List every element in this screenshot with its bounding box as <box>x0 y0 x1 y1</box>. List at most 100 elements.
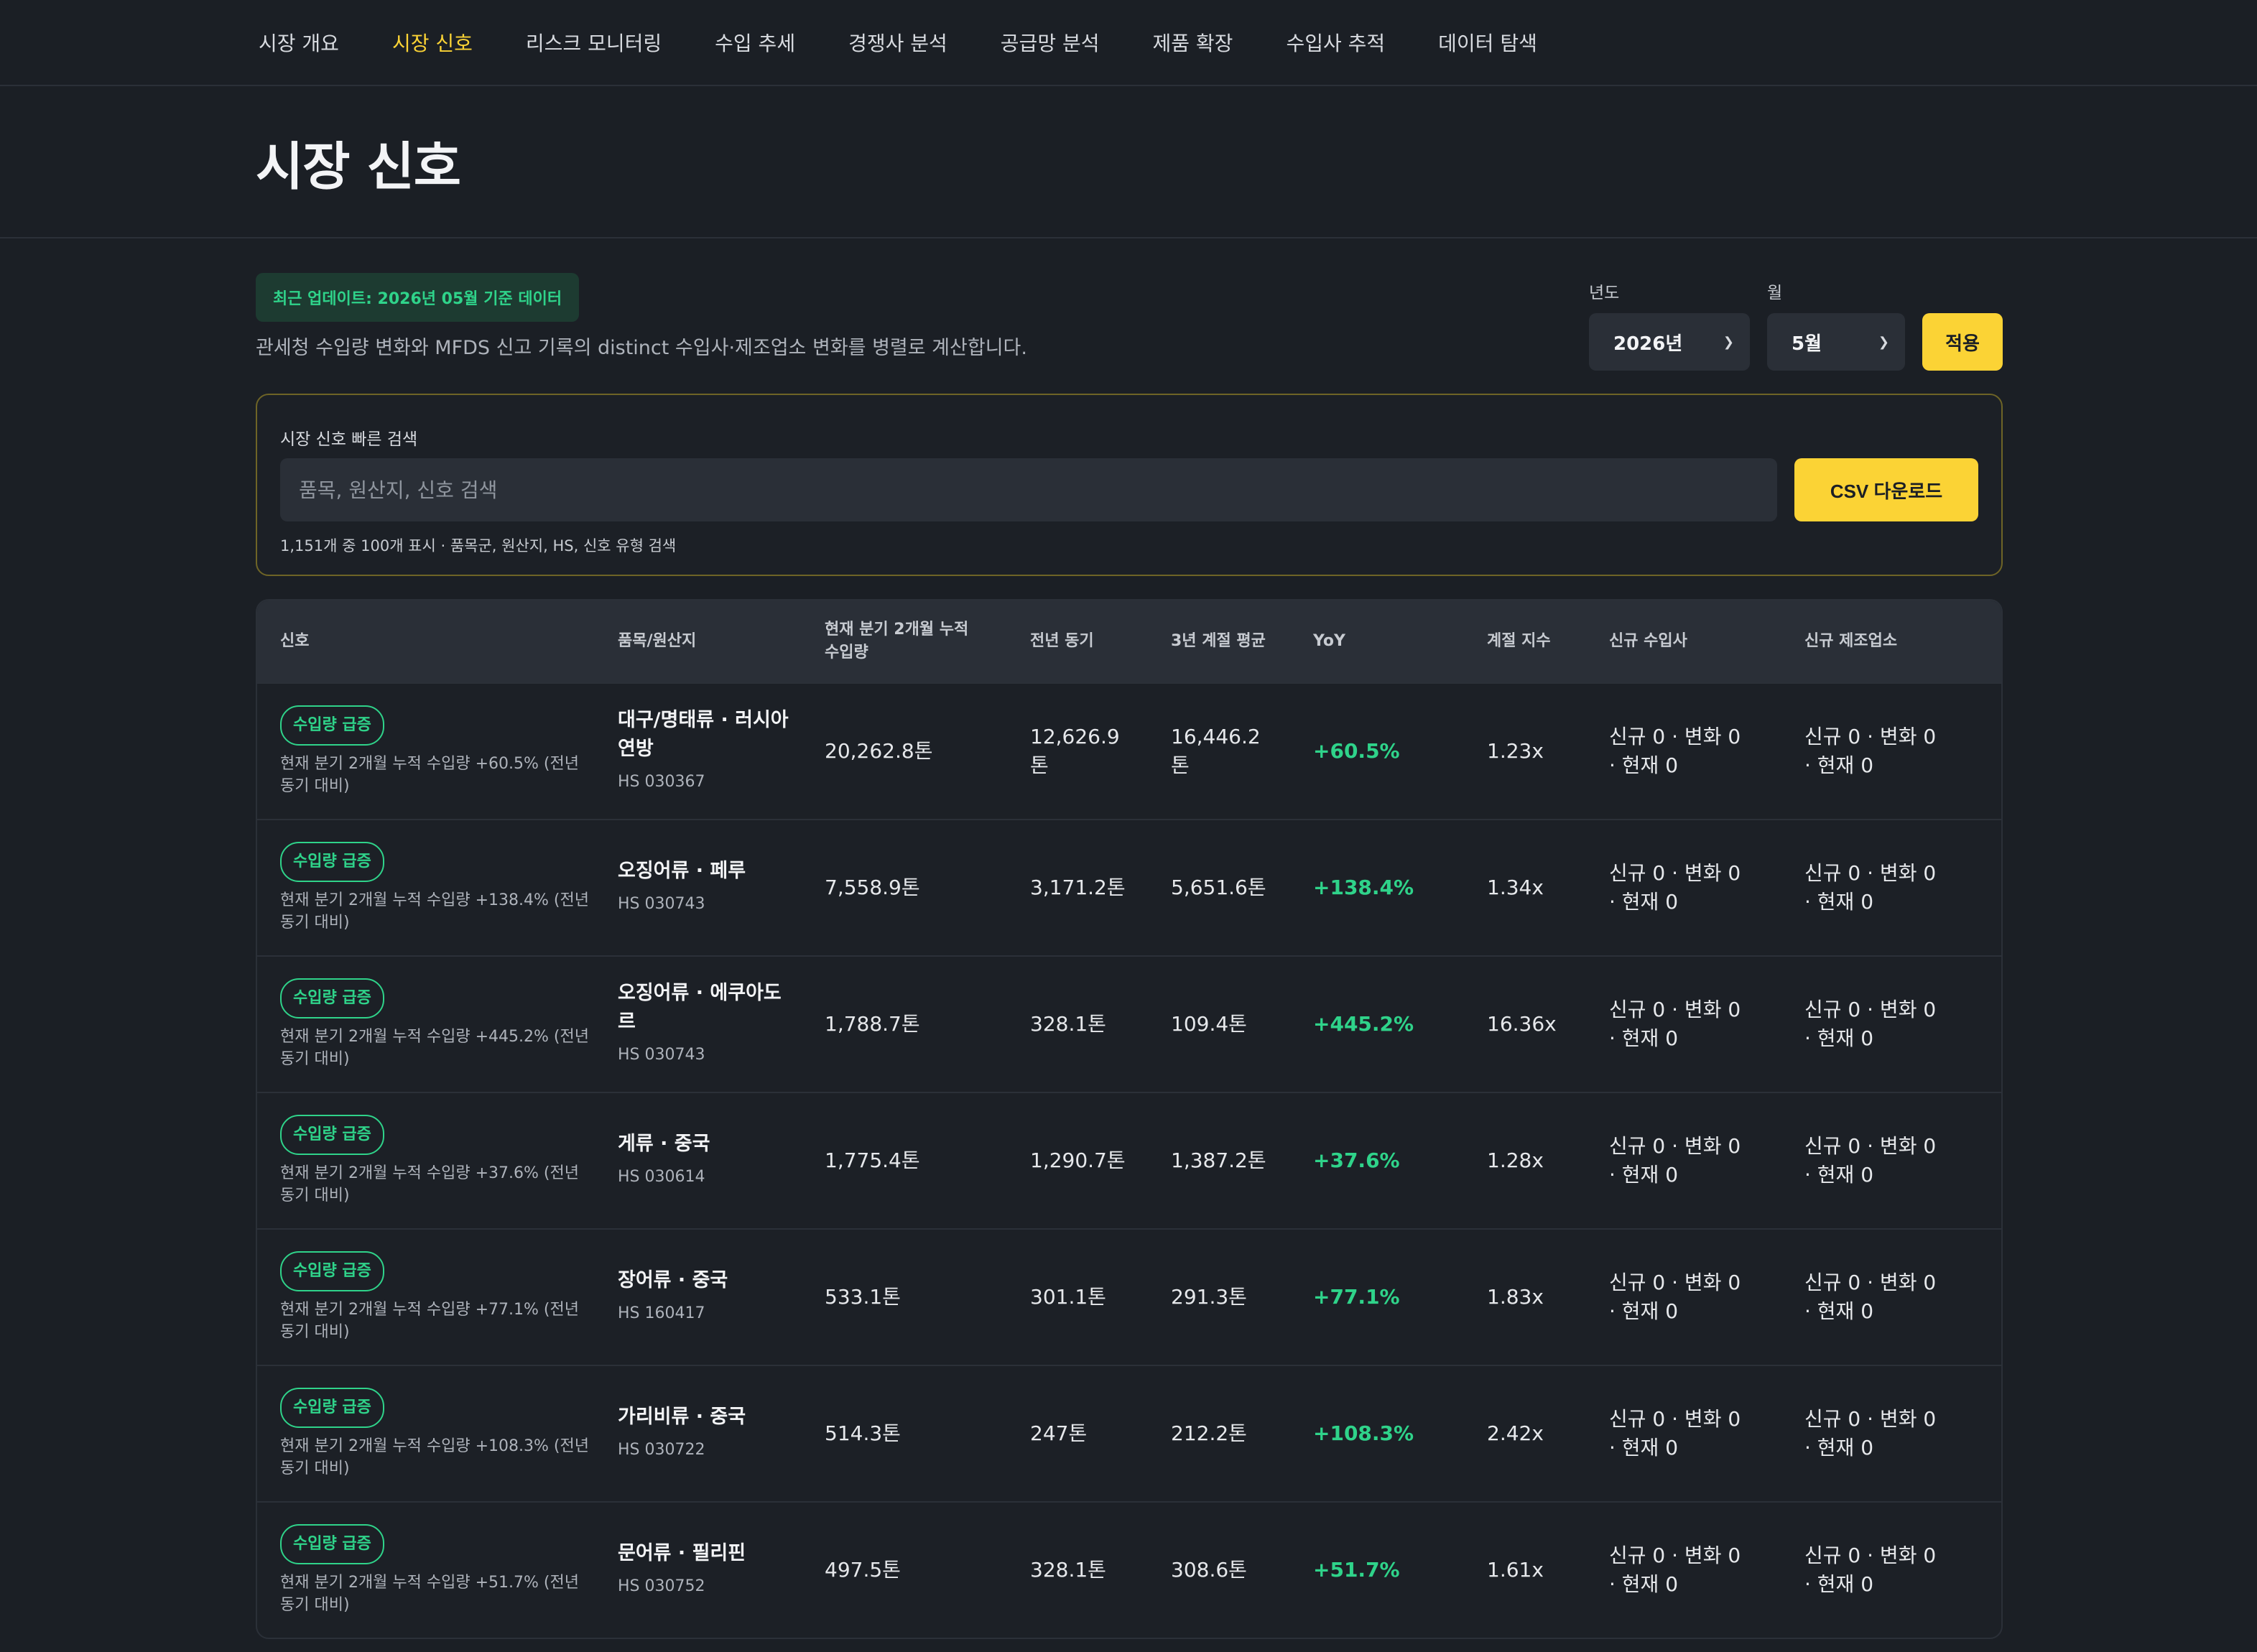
hs-code: HS 160417 <box>618 1304 705 1322</box>
importer-cell: 신규 0 · 변화 0 · 현재 0 <box>1609 1132 1804 1189</box>
nav-item-market-overview[interactable]: 시장 개요 <box>256 22 342 62</box>
hs-code: HS 030722 <box>618 1441 705 1459</box>
maker-cell: 신규 0 · 변화 0 · 현재 0 <box>1804 1268 1998 1326</box>
search-input[interactable] <box>280 458 1777 521</box>
signal-description: 현재 분기 2개월 누적 수입량 +77.1% (전년 동기 대비) <box>280 1301 579 1341</box>
table-row[interactable]: 수입량 급증 현재 분기 2개월 누적 수입량 +60.5% (전년 동기 대비… <box>257 682 2001 819</box>
hs-code: HS 030752 <box>618 1577 705 1595</box>
nav-item-data-explore[interactable]: 데이터 탐색 <box>1435 22 1540 62</box>
avg-volume: 109.4톤 <box>1171 1012 1247 1036</box>
csv-download-button[interactable]: CSV 다운로드 <box>1794 458 1978 521</box>
yoy-value: +51.7% <box>1313 1558 1400 1582</box>
avg-volume-cell: 5,651.6톤 <box>1171 873 1313 902</box>
signal-badge: 수입량 급증 <box>280 1115 384 1155</box>
nav-item-product-expansion[interactable]: 제품 확장 <box>1150 22 1236 62</box>
header-signal[interactable]: 신호 <box>257 630 618 653</box>
hs-code: HS 030743 <box>618 1046 705 1064</box>
avg-volume-cell: 16,446.2톤 <box>1171 723 1313 780</box>
importer-value: 신규 0 · 변화 0 · 현재 0 <box>1609 861 1741 914</box>
search-panel: 시장 신호 빠른 검색 CSV 다운로드 1,151개 중 100개 표시 · … <box>256 394 2003 576</box>
table-row[interactable]: 수입량 급증 현재 분기 2개월 누적 수입량 +37.6% (전년 동기 대비… <box>257 1092 2001 1228</box>
header-yoy[interactable]: YoY <box>1313 630 1487 653</box>
maker-cell: 신규 0 · 변화 0 · 현재 0 <box>1804 723 1998 780</box>
current-volume: 7,558.9톤 <box>825 876 920 899</box>
nav-item-competitor-analysis[interactable]: 경쟁사 분석 <box>845 22 950 62</box>
product-name: 장어류 · 중국 <box>618 1269 728 1291</box>
signal-badge: 수입량 급증 <box>280 1388 384 1428</box>
maker-cell: 신규 0 · 변화 0 · 현재 0 <box>1804 1541 1998 1599</box>
yoy-value: +37.6% <box>1313 1148 1400 1172</box>
importer-value: 신규 0 · 변화 0 · 현재 0 <box>1609 1271 1741 1323</box>
year-select[interactable]: 2026년 ❯ <box>1589 313 1750 371</box>
signal-badge: 수입량 급증 <box>280 705 384 746</box>
product-name: 오징어류 · 페루 <box>618 860 746 882</box>
prev-volume-cell: 1,290.7톤 <box>1030 1146 1171 1175</box>
prev-volume-cell: 328.1톤 <box>1030 1556 1171 1584</box>
page-header: 시장 신호 <box>0 86 2257 238</box>
nav-item-supply-chain[interactable]: 공급망 분석 <box>998 22 1103 62</box>
signal-description: 현재 분기 2개월 누적 수입량 +37.6% (전년 동기 대비) <box>280 1164 579 1205</box>
hs-code: HS 030614 <box>618 1168 705 1186</box>
signal-description: 현재 분기 2개월 누적 수입량 +108.3% (전년 동기 대비) <box>280 1437 589 1477</box>
table-row[interactable]: 수입량 급증 현재 분기 2개월 누적 수입량 +445.2% (전년 동기 대… <box>257 955 2001 1092</box>
importer-value: 신규 0 · 변화 0 · 현재 0 <box>1609 1134 1741 1187</box>
header-product[interactable]: 품목/원산지 <box>618 630 825 653</box>
maker-cell: 신규 0 · 변화 0 · 현재 0 <box>1804 1405 1998 1462</box>
maker-value: 신규 0 · 변화 0 · 현재 0 <box>1804 1271 1937 1323</box>
nav-item-risk-monitoring[interactable]: 리스크 모니터링 <box>523 22 664 62</box>
avg-volume-cell: 1,387.2톤 <box>1171 1146 1313 1175</box>
nav-item-import-trends[interactable]: 수입 추세 <box>712 22 798 62</box>
importer-value: 신규 0 · 변화 0 · 현재 0 <box>1609 1544 1741 1596</box>
maker-value: 신규 0 · 변화 0 · 현재 0 <box>1804 998 1937 1050</box>
avg-volume-cell: 109.4톤 <box>1171 1010 1313 1039</box>
header-current[interactable]: 현재 분기 2개월 누적 수입량 <box>825 618 1030 664</box>
current-volume: 20,262.8톤 <box>825 739 933 763</box>
maker-value: 신규 0 · 변화 0 · 현재 0 <box>1804 725 1937 777</box>
current-volume: 1,788.7톤 <box>825 1012 920 1036</box>
table-body: 수입량 급증 현재 분기 2개월 누적 수입량 +60.5% (전년 동기 대비… <box>257 682 2001 1638</box>
apply-button[interactable]: 적용 <box>1922 313 2003 371</box>
current-volume: 514.3톤 <box>825 1421 901 1445</box>
signal-badge: 수입량 급증 <box>280 842 384 882</box>
season-index: 16.36x <box>1487 1012 1557 1036</box>
table-row[interactable]: 수입량 급증 현재 분기 2개월 누적 수입량 +51.7% (전년 동기 대비… <box>257 1501 2001 1638</box>
table-row[interactable]: 수입량 급증 현재 분기 2개월 누적 수입량 +108.3% (전년 동기 대… <box>257 1365 2001 1501</box>
nav-item-importer-tracking[interactable]: 수입사 추적 <box>1283 22 1388 62</box>
maker-cell: 신규 0 · 변화 0 · 현재 0 <box>1804 1132 1998 1189</box>
table-row[interactable]: 수입량 급증 현재 분기 2개월 누적 수입량 +77.1% (전년 동기 대비… <box>257 1228 2001 1365</box>
hs-code: HS 030743 <box>618 895 705 913</box>
hs-code: HS 030367 <box>618 773 705 791</box>
month-select-value: 5월 <box>1792 333 1822 355</box>
signal-cell: 수입량 급증 현재 분기 2개월 누적 수입량 +108.3% (전년 동기 대… <box>257 1388 618 1480</box>
prev-volume-cell: 247톤 <box>1030 1419 1171 1448</box>
avg-volume-cell: 308.6톤 <box>1171 1556 1313 1584</box>
header-season[interactable]: 계절 지수 <box>1487 630 1609 653</box>
prev-volume: 3,171.2톤 <box>1030 876 1126 899</box>
importer-cell: 신규 0 · 변화 0 · 현재 0 <box>1609 1268 1804 1326</box>
season-index: 1.83x <box>1487 1285 1544 1309</box>
month-filter: 월 5월 ❯ <box>1767 279 1905 371</box>
current-volume: 1,775.4톤 <box>825 1148 920 1172</box>
signal-badge: 수입량 급증 <box>280 1251 384 1291</box>
importer-cell: 신규 0 · 변화 0 · 현재 0 <box>1609 723 1804 780</box>
current-volume: 497.5톤 <box>825 1558 901 1582</box>
header-prev[interactable]: 전년 동기 <box>1030 630 1171 653</box>
nav-item-market-signals[interactable]: 시장 신호 <box>389 22 476 62</box>
yoy-value: +108.3% <box>1313 1421 1414 1445</box>
search-result-hint: 1,151개 중 100개 표시 · 품목군, 원산지, HS, 신호 유형 검… <box>280 537 677 554</box>
header-importer[interactable]: 신규 수입사 <box>1609 630 1804 653</box>
importer-value: 신규 0 · 변화 0 · 현재 0 <box>1609 998 1741 1050</box>
product-cell: 장어류 · 중국 HS 160417 <box>618 1266 825 1328</box>
header-maker[interactable]: 신규 제조업소 <box>1804 630 1998 653</box>
prev-volume: 328.1톤 <box>1030 1012 1106 1036</box>
header-avg[interactable]: 3년 계절 평균 <box>1171 630 1313 653</box>
signal-description: 현재 분기 2개월 누적 수입량 +60.5% (전년 동기 대비) <box>280 755 579 795</box>
maker-value: 신규 0 · 변화 0 · 현재 0 <box>1804 1407 1937 1460</box>
prev-volume: 12,626.9톤 <box>1030 725 1120 777</box>
signal-description: 현재 분기 2개월 누적 수입량 +138.4% (전년 동기 대비) <box>280 891 589 932</box>
month-select[interactable]: 5월 ❯ <box>1767 313 1905 371</box>
importer-cell: 신규 0 · 변화 0 · 현재 0 <box>1609 1541 1804 1599</box>
year-select-value: 2026년 <box>1613 333 1683 355</box>
table-row[interactable]: 수입량 급증 현재 분기 2개월 누적 수입량 +138.4% (전년 동기 대… <box>257 819 2001 955</box>
product-cell: 오징어류 · 에쿠아도르 HS 030743 <box>618 979 825 1069</box>
